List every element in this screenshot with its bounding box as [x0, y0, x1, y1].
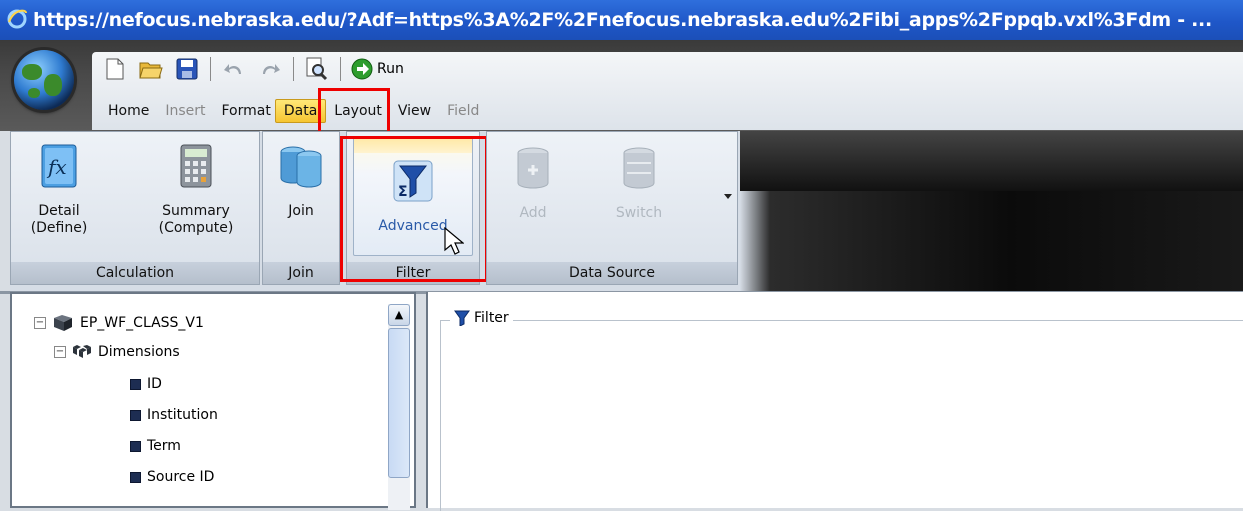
tab-insert[interactable]: Insert — [157, 99, 213, 123]
advanced-filter-highlight — [340, 136, 488, 282]
tab-home[interactable]: Home — [100, 99, 157, 123]
tree-field-institution[interactable]: Institution — [130, 407, 218, 423]
application-globe-button[interactable] — [14, 50, 74, 110]
redo-icon — [263, 64, 280, 74]
new-icon — [106, 58, 124, 80]
tree-root[interactable]: − EP_WF_CLASS_V1 — [34, 314, 204, 332]
join-label: Join — [288, 203, 314, 219]
internet-explorer-icon — [7, 9, 27, 29]
window-titlebar: https://nefocus.nebraska.edu/?Adf=https%… — [0, 0, 1243, 40]
add-database-icon — [517, 147, 549, 189]
preview-button[interactable] — [304, 56, 330, 82]
quick-access-toolbar: Run — [102, 52, 404, 86]
data-source-group-label: Data Source — [487, 262, 737, 284]
filter-funnel-icon — [454, 310, 470, 326]
function-icon: fx — [41, 144, 77, 188]
tree-field-term[interactable]: Term — [130, 438, 181, 454]
tree-root-label: EP_WF_CLASS_V1 — [80, 315, 204, 331]
data-source-group: Add Switch Data Source — [486, 131, 738, 285]
switch-data-source-button[interactable]: Switch — [599, 146, 679, 222]
field-icon — [130, 440, 141, 452]
dimensions-label: Dimensions — [98, 344, 180, 360]
tab-view[interactable]: View — [390, 99, 439, 123]
filter-legend: Filter — [450, 310, 513, 326]
run-icon — [351, 58, 373, 80]
window-title: https://nefocus.nebraska.edu/?Adf=https%… — [33, 9, 1212, 31]
field-icon — [130, 378, 141, 390]
save-icon — [176, 58, 198, 80]
save-button[interactable] — [174, 56, 200, 82]
undo-icon — [224, 64, 241, 74]
switch-label: Switch — [615, 205, 663, 221]
data-tab-highlight — [318, 88, 390, 136]
define-label: (Define) — [30, 220, 88, 236]
tab-field[interactable]: Field — [439, 99, 487, 123]
redo-button[interactable] — [257, 56, 283, 82]
join-icon — [280, 146, 322, 188]
run-button[interactable]: Run — [351, 58, 404, 80]
toolbar-separator — [293, 57, 294, 81]
data-tree-panel: − EP_WF_CLASS_V1 − Dimensions ID Institu… — [10, 292, 416, 510]
field-label: Institution — [147, 407, 218, 423]
collapse-icon[interactable]: − — [54, 346, 66, 358]
run-label: Run — [377, 61, 404, 77]
compute-label: (Compute) — [158, 220, 234, 236]
new-document-button[interactable] — [102, 56, 128, 82]
master-file-icon — [54, 315, 72, 331]
tree-dimensions[interactable]: − Dimensions — [54, 344, 180, 360]
calculation-group-label: Calculation — [11, 262, 259, 284]
summary-label: Summary — [162, 203, 230, 219]
ribbon-dark-area — [740, 131, 1243, 191]
field-icon — [130, 471, 141, 483]
svg-text:fx: fx — [46, 155, 67, 179]
detail-label: Detail — [38, 203, 80, 219]
preview-icon — [306, 57, 328, 81]
field-label: Source ID — [147, 469, 215, 485]
scroll-thumb[interactable] — [388, 328, 410, 478]
tab-format[interactable]: Format — [214, 99, 275, 123]
filter-legend-label: Filter — [474, 310, 509, 326]
undo-button[interactable] — [221, 56, 247, 82]
add-data-source-button[interactable]: Add — [497, 146, 569, 222]
scroll-up-button[interactable]: ▲ — [388, 304, 410, 326]
join-group: Join Join — [262, 131, 340, 285]
summary-compute-button[interactable]: Summary (Compute) — [141, 144, 251, 237]
filter-panel: Filter — [426, 292, 1243, 511]
open-button[interactable] — [138, 56, 164, 82]
dropdown-arrow-icon[interactable] — [723, 192, 733, 200]
join-group-label: Join — [263, 262, 339, 284]
toolbar-separator — [210, 57, 211, 81]
switch-database-icon — [623, 147, 655, 189]
collapse-icon[interactable]: − — [34, 317, 46, 329]
tree-field-source-id[interactable]: Source ID — [130, 469, 214, 485]
ribbon-tabs: Home Insert Format Data Layout View Fiel… — [100, 96, 487, 126]
add-label: Add — [519, 205, 547, 221]
field-label: Term — [147, 438, 181, 454]
tree-field-id[interactable]: ID — [130, 376, 162, 392]
dimensions-icon — [73, 345, 91, 358]
field-icon — [130, 409, 141, 421]
calculator-icon — [180, 144, 212, 188]
toolbar-separator — [340, 57, 341, 81]
detail-define-button[interactable]: fx Detail (Define) — [19, 144, 99, 237]
field-label: ID — [147, 376, 162, 392]
join-button[interactable]: Join — [269, 144, 333, 220]
filter-fieldset — [440, 320, 1243, 511]
tree-scrollbar[interactable]: ▲ — [388, 304, 410, 510]
open-icon — [139, 62, 163, 79]
calculation-group: fx Detail (Define) Summary (Compute) Cal… — [10, 131, 260, 285]
